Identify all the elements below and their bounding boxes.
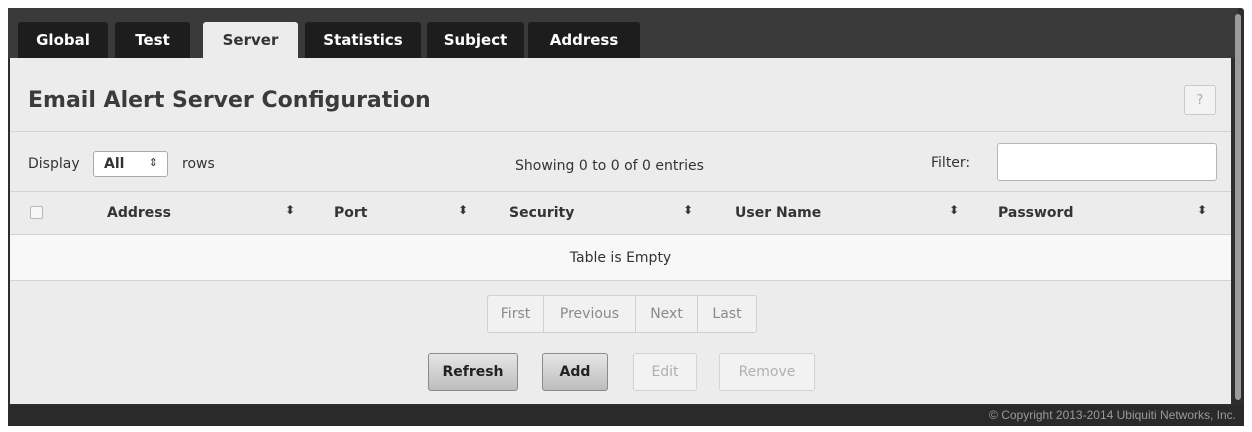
help-button[interactable]: ? [1184, 85, 1216, 115]
sort-icon[interactable]: ⬍ [458, 203, 468, 217]
divider [10, 131, 1231, 132]
page-title: Email Alert Server Configuration [28, 88, 431, 113]
display-rows-value: All [104, 156, 125, 172]
pagination-previous-button[interactable]: Previous [544, 296, 636, 332]
column-header-address[interactable]: Address [107, 205, 171, 221]
tab-subject[interactable]: Subject [427, 22, 524, 58]
display-label: Display [28, 156, 80, 172]
tab-server[interactable]: Server [203, 22, 298, 58]
select-all-checkbox[interactable] [30, 206, 43, 219]
add-button[interactable]: Add [542, 353, 608, 391]
vertical-scrollbar[interactable] [1235, 14, 1241, 400]
sort-icon[interactable]: ⬍ [683, 203, 693, 217]
content-panel: Email Alert Server Configuration ? Displ… [10, 58, 1231, 404]
column-header-password[interactable]: Password [998, 205, 1073, 221]
tab-global[interactable]: Global [18, 22, 108, 58]
entries-summary: Showing 0 to 0 of 0 entries [515, 158, 704, 174]
sort-icon[interactable]: ⬍ [949, 203, 959, 217]
copyright-text: © Copyright 2013-2014 Ubiquiti Networks,… [989, 408, 1236, 422]
pagination-last-button[interactable]: Last [698, 296, 756, 332]
pagination: First Previous Next Last [487, 295, 757, 333]
edit-button[interactable]: Edit [633, 353, 697, 391]
sort-icon[interactable]: ⬍ [1197, 203, 1207, 217]
pagination-first-button[interactable]: First [488, 296, 544, 332]
tab-address[interactable]: Address [528, 22, 640, 58]
empty-table-message: Table is Empty [10, 235, 1231, 280]
pagination-next-button[interactable]: Next [636, 296, 698, 332]
table-header: Address ⬍ Port ⬍ Security ⬍ User Name ⬍ … [10, 191, 1231, 234]
divider [10, 280, 1231, 281]
filter-input[interactable] [997, 143, 1217, 181]
select-arrows-icon: ⇕ [148, 156, 158, 169]
remove-button[interactable]: Remove [719, 353, 815, 391]
table-controls: Display All ⇕ rows Showing 0 to 0 of 0 e… [10, 138, 1231, 188]
filter-label: Filter: [931, 155, 971, 171]
tab-test[interactable]: Test [115, 22, 190, 58]
column-header-security[interactable]: Security [509, 205, 574, 221]
refresh-button[interactable]: Refresh [428, 353, 518, 391]
sort-icon[interactable]: ⬍ [285, 203, 295, 217]
rows-label: rows [182, 156, 215, 172]
tab-statistics[interactable]: Statistics [305, 22, 421, 58]
column-header-user-name[interactable]: User Name [735, 205, 821, 221]
tab-bar: Global Test Server Statistics Subject Ad… [8, 8, 1238, 58]
display-rows-select[interactable]: All ⇕ [93, 151, 168, 177]
column-header-port[interactable]: Port [334, 205, 367, 221]
app-frame: Global Test Server Statistics Subject Ad… [8, 8, 1244, 426]
footer: © Copyright 2013-2014 Ubiquiti Networks,… [8, 405, 1244, 426]
